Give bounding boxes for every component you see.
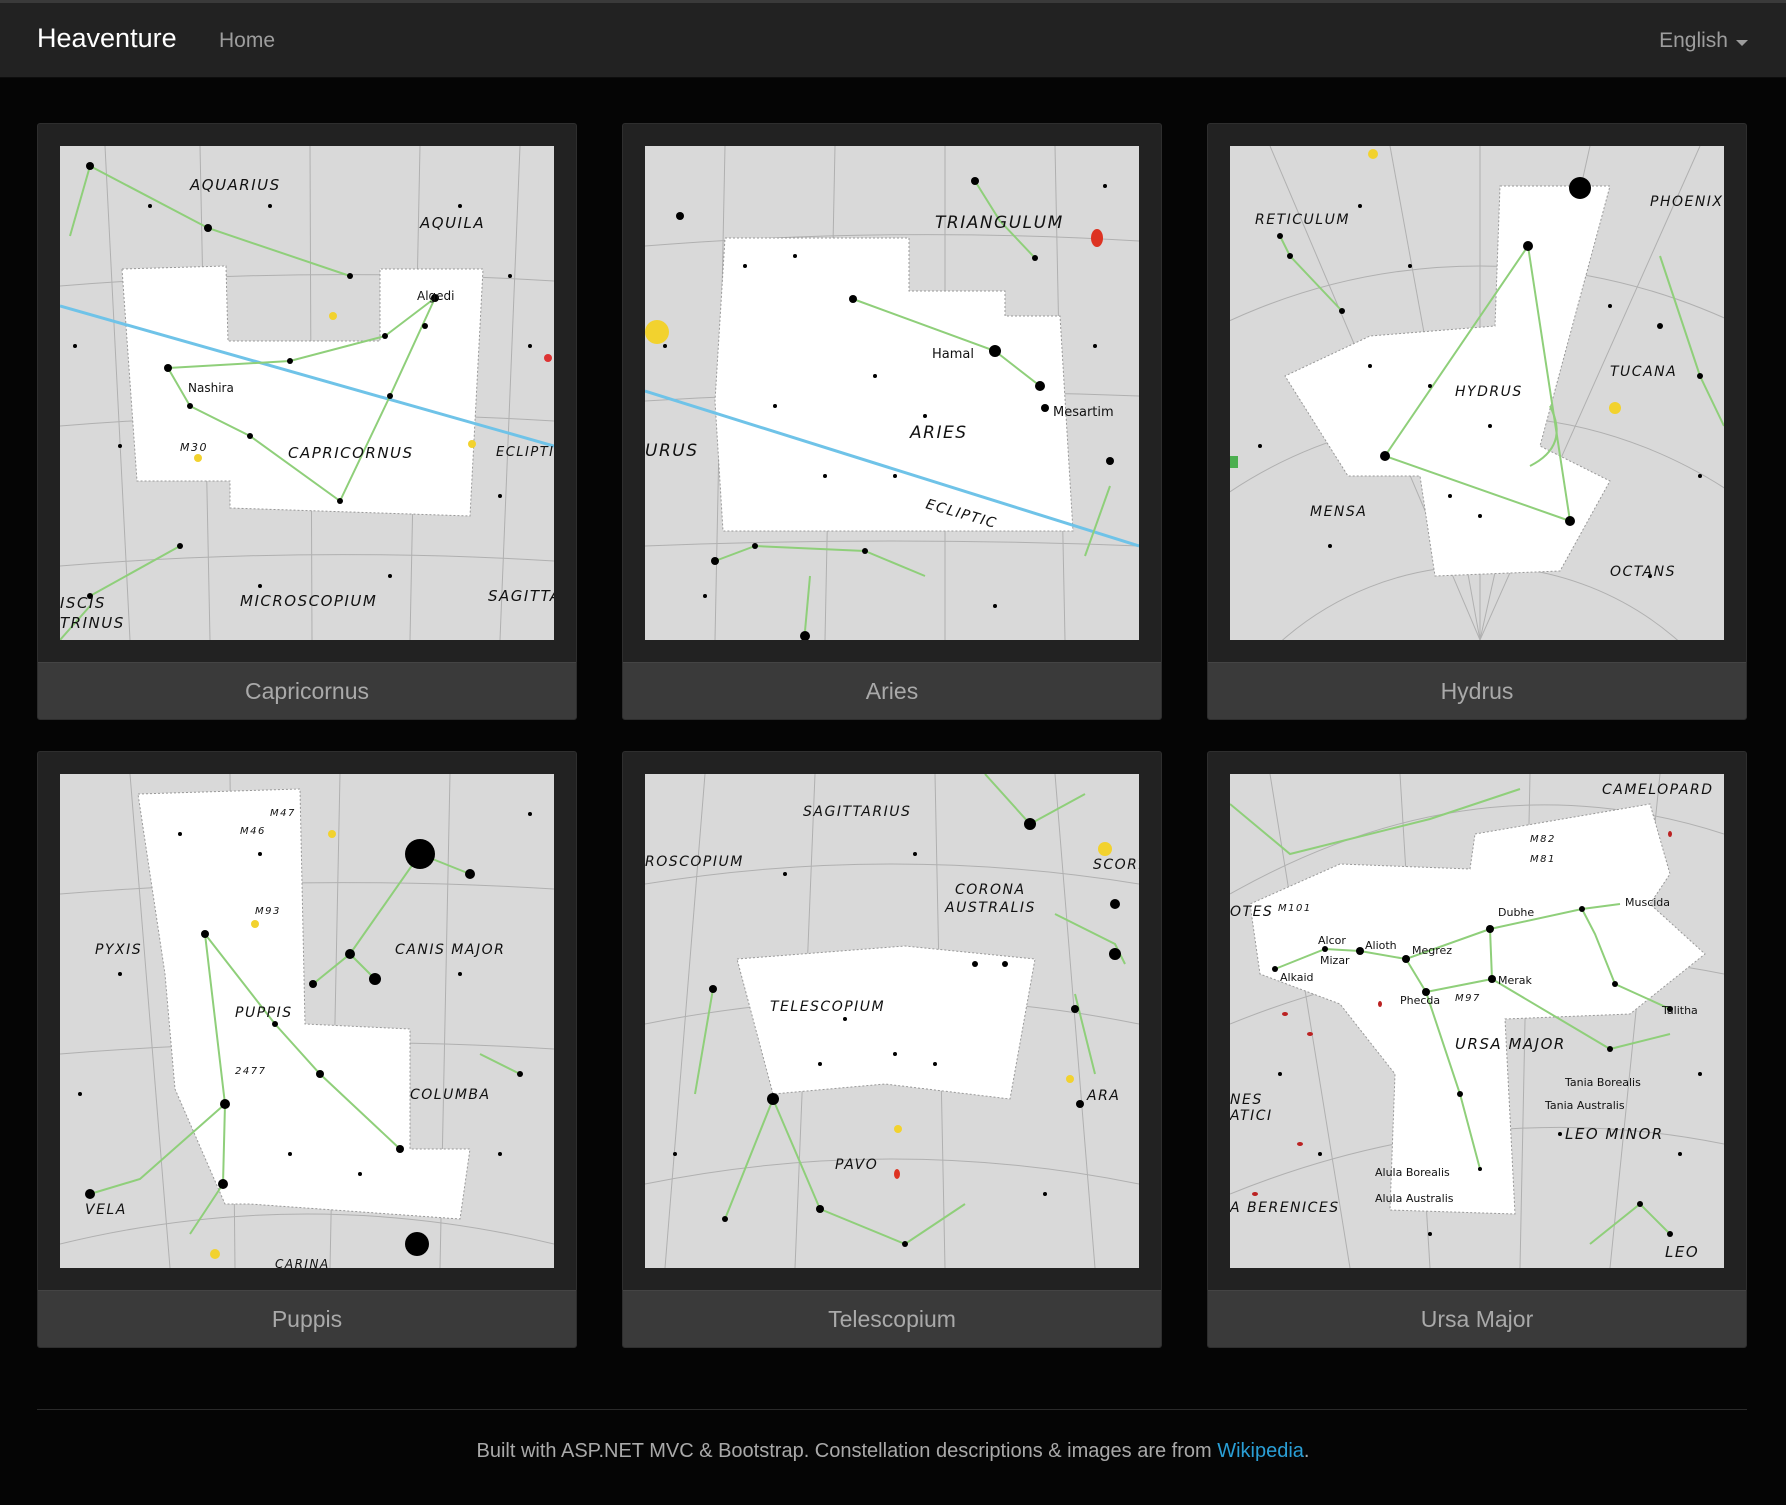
map-label: Tania Australis (1544, 1099, 1625, 1112)
map-label: PAVO (835, 1157, 878, 1173)
constellation-map-puppis: PYXIS CANIS MAJOR PUPPIS COLUMBA VELA M4… (60, 774, 554, 1268)
map-label: Alkaid (1280, 971, 1314, 984)
language-label: English (1659, 29, 1728, 52)
card-caption: Aries (623, 662, 1161, 719)
map-label: MENSA (1310, 504, 1367, 520)
map-label: AQUARIUS (189, 176, 281, 194)
map-label: AUSTRALIS (944, 900, 1036, 916)
constellation-card-hydrus[interactable]: RETICULUM PHOENIX TUCANA HYDRUS MENSA OC… (1207, 123, 1747, 720)
map-label: NES (1230, 1092, 1263, 1108)
map-label: URSA MAJOR (1455, 1035, 1566, 1053)
map-label: SCORP (1093, 857, 1139, 873)
navbar: Heaventure Home English (0, 3, 1786, 78)
card-caption: Hydrus (1208, 662, 1746, 719)
map-label: Mizar (1320, 954, 1350, 967)
map-label: Talitha (1661, 1004, 1698, 1017)
wikipedia-link[interactable]: Wikipedia (1217, 1440, 1304, 1462)
map-label: TRIANGULUM (935, 213, 1064, 233)
card-caption: Ursa Major (1208, 1290, 1746, 1347)
map-label: TUCANA (1610, 364, 1677, 380)
map-label: M101 (1278, 903, 1312, 914)
map-label: SAGITTA (488, 587, 554, 605)
map-label: ROSCOPIUM (645, 854, 744, 870)
map-label: Mesartim (1053, 405, 1114, 420)
card-caption: Puppis (38, 1290, 576, 1347)
map-label: Alula Australis (1375, 1192, 1454, 1205)
map-label: VELA (85, 1202, 127, 1218)
footer-text: Built with ASP.NET MVC & Bootstrap. Cons… (476, 1440, 1218, 1462)
map-label: TRINUS (60, 614, 125, 632)
map-label: ARIES (909, 423, 968, 443)
map-label: ECLIPTIC (496, 445, 554, 460)
map-label: CAMELOPARD (1602, 782, 1714, 798)
map-label: COLUMBA (410, 1087, 491, 1103)
map-label: OCTANS (1610, 564, 1676, 580)
map-label: AQUILA (419, 214, 485, 232)
map-label: Tania Borealis (1564, 1076, 1641, 1089)
map-label: Hamal (932, 347, 974, 362)
map-label: M97 (1455, 993, 1481, 1004)
map-label: M93 (255, 906, 281, 917)
map-label: LEO (1665, 1243, 1699, 1261)
map-label: Phecda (1400, 994, 1440, 1007)
constellation-map-ursa-major: CAMELOPARD URSA MAJOR LEO MINOR LEO OTES… (1230, 774, 1724, 1268)
map-label: Algedi (417, 289, 455, 303)
map-label: LEO MINOR (1565, 1125, 1664, 1143)
map-label: Alioth (1365, 939, 1397, 952)
map-label: URUS (645, 441, 699, 461)
map-label: PUPPIS (235, 1005, 293, 1021)
card-caption: Telescopium (623, 1290, 1161, 1347)
constellation-card-ursa-major[interactable]: CAMELOPARD URSA MAJOR LEO MINOR LEO OTES… (1207, 751, 1747, 1348)
nav-home-link[interactable]: Home (219, 29, 275, 53)
map-label: A BERENICES (1230, 1200, 1340, 1216)
constellation-map-telescopium: SAGITTARIUS ROSCOPIUM CORONA AUSTRALIS T… (645, 774, 1139, 1268)
map-label: Muscida (1625, 896, 1670, 909)
map-label: PHOENIX (1650, 194, 1724, 210)
map-label: M81 (1530, 854, 1556, 865)
map-label: Nashira (188, 381, 234, 395)
constellation-card-aries[interactable]: TRIANGULUM ARIES ECLIPTIC URUS Hamal Mes… (622, 123, 1162, 720)
map-label: RETICULUM (1255, 212, 1350, 228)
map-label: M30 (180, 441, 208, 454)
map-label: Merak (1498, 974, 1533, 987)
map-label: CARINA (275, 1257, 330, 1268)
map-label: SAGITTARIUS (803, 804, 911, 820)
map-label: 2477 (235, 1066, 266, 1077)
map-label: ARA (1086, 1088, 1120, 1104)
map-label: Alula Borealis (1375, 1166, 1450, 1179)
map-label: TELESCOPIUM (770, 999, 885, 1015)
chevron-down-icon (1736, 39, 1748, 46)
map-label: Alcor (1318, 934, 1346, 947)
footer-divider (37, 1409, 1747, 1410)
constellation-map-aries: TRIANGULUM ARIES ECLIPTIC URUS Hamal Mes… (645, 146, 1139, 640)
map-label: CORONA (955, 882, 1026, 898)
map-label: M46 (240, 826, 266, 837)
language-dropdown[interactable]: English (1659, 29, 1748, 53)
map-label: MICROSCOPIUM (240, 592, 377, 610)
map-label: PYXIS (95, 942, 142, 958)
map-label: M47 (270, 808, 296, 819)
map-label: Dubhe (1498, 906, 1534, 919)
map-label: Megrez (1412, 944, 1452, 957)
constellation-card-puppis[interactable]: PYXIS CANIS MAJOR PUPPIS COLUMBA VELA M4… (37, 751, 577, 1348)
footer-suffix: . (1303, 1440, 1310, 1462)
card-caption: Capricornus (38, 662, 576, 719)
constellation-card-capricornus[interactable]: AQUARIUS AQUILA CAPRICORNUS MICROSCOPIUM… (37, 123, 577, 720)
constellation-map-capricornus: AQUARIUS AQUILA CAPRICORNUS MICROSCOPIUM… (60, 146, 554, 640)
map-label: ATICI (1230, 1108, 1273, 1124)
map-label: HYDRUS (1455, 384, 1523, 400)
map-label: ISCIS (60, 594, 106, 612)
map-label: CANIS MAJOR (395, 942, 505, 958)
map-label: OTES (1230, 904, 1273, 920)
footer: Built with ASP.NET MVC & Bootstrap. Cons… (0, 1440, 1786, 1463)
map-label: M82 (1530, 834, 1556, 845)
constellation-card-telescopium[interactable]: SAGITTARIUS ROSCOPIUM CORONA AUSTRALIS T… (622, 751, 1162, 1348)
brand-link[interactable]: Heaventure (37, 23, 177, 54)
constellation-map-hydrus: RETICULUM PHOENIX TUCANA HYDRUS MENSA OC… (1230, 146, 1724, 640)
map-label: CAPRICORNUS (288, 444, 414, 462)
